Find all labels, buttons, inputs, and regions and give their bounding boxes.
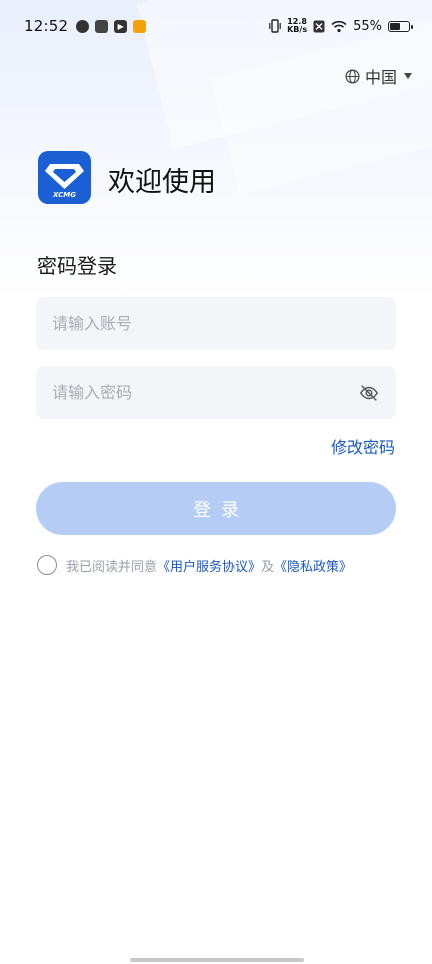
agreement-row: 我已阅读并同意 《用户服务协议》 及 《隐私政策》	[37, 555, 352, 575]
account-field[interactable]	[36, 297, 396, 350]
battery-icon	[388, 20, 413, 32]
account-input[interactable]	[52, 314, 380, 333]
password-input[interactable]	[52, 383, 358, 402]
notification-icons: ▶	[76, 19, 147, 33]
login-button[interactable]: 登录	[36, 482, 396, 535]
agreement-conjunction: 及	[261, 559, 275, 575]
agreement-checkbox[interactable]	[37, 555, 57, 575]
password-field[interactable]	[36, 366, 396, 419]
home-indicator[interactable]	[130, 958, 304, 962]
net-speed-unit: KB/s	[287, 25, 308, 34]
app-icon-4	[133, 19, 147, 33]
chevron-down-icon	[404, 73, 412, 79]
region-label: 中国	[364, 68, 397, 87]
battery-percent: 55%	[353, 18, 382, 34]
vibrate-icon	[269, 19, 281, 33]
welcome-title: 欢迎使用	[108, 167, 216, 198]
privacy-policy-link[interactable]: 《隐私政策》	[274, 556, 352, 575]
no-sim-icon	[313, 20, 325, 32]
eye-off-icon[interactable]	[358, 382, 380, 404]
agreement-prefix: 我已阅读并同意	[66, 559, 158, 575]
app-logo: XCMG	[38, 151, 91, 204]
status-time: 12:52	[24, 17, 69, 35]
app-icon-1	[76, 19, 90, 33]
battery-fill	[390, 22, 400, 30]
status-right: 12.8 KB/s 55%	[269, 18, 413, 34]
wifi-icon	[331, 20, 347, 32]
region-selector[interactable]: 中国	[345, 64, 412, 88]
logo-text: XCMG	[53, 191, 76, 199]
network-speed: 12.8 KB/s	[287, 18, 307, 34]
app-icon-2	[95, 19, 109, 33]
app-icon-3: ▶	[114, 19, 128, 33]
login-method-title: 密码登录	[37, 254, 117, 278]
change-password-link[interactable]: 修改密码	[331, 434, 395, 458]
status-bar: 12:52 ▶ 12.8 KB/s 55%	[0, 0, 432, 52]
globe-icon	[345, 69, 360, 83]
user-agreement-link[interactable]: 《用户服务协议》	[157, 556, 261, 575]
